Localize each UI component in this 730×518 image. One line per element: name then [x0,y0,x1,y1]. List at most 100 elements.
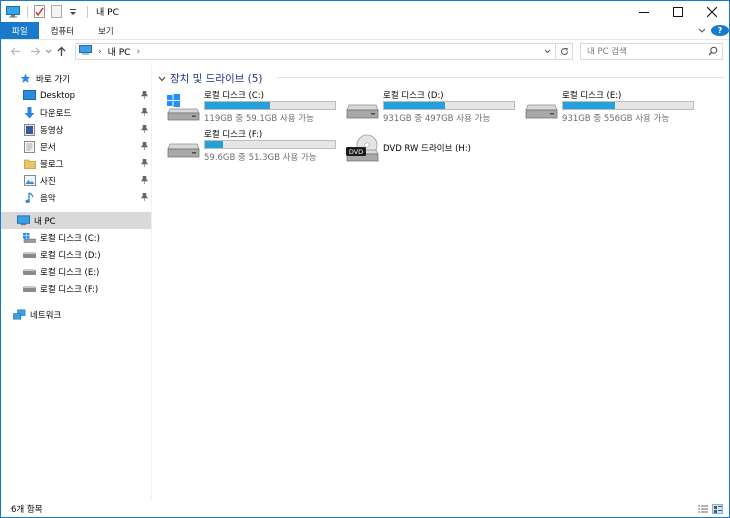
hard-drive-icon [346,93,380,121]
nav-label: 로컬 디스크 (E:) [40,267,100,278]
drive-free-space: 931GB 중 497GB 사용 가능 [383,114,491,124]
pin-icon[interactable] [140,141,149,153]
drive-usage-bar [204,101,336,110]
hard-drive-icon [23,265,36,278]
pin-icon[interactable] [140,158,149,170]
chevron-down-icon [158,76,166,81]
drive-usage-fill [205,141,224,148]
address-dropdown-icon[interactable] [544,47,551,56]
drive-tile-dvd[interactable]: DVD DVD RW 드라이브 (H:) [346,128,516,162]
nav-pinned-videos[interactable]: 동영상 [1,121,151,138]
quick-access-toolbar: 내 PC [1,1,119,22]
group-divider [277,77,724,78]
nav-drive-f[interactable]: 로컬 디스크 (F:) [1,280,151,297]
pin-icon[interactable] [140,107,149,119]
drive-usage-fill [384,102,446,109]
nav-this-pc-label: 내 PC [34,216,56,227]
tiles-view-icon[interactable] [712,504,723,514]
tab-view[interactable]: 보기 [86,22,126,39]
group-header-devices[interactable]: 장치 및 드라이브 (5) [158,71,263,86]
tab-computer[interactable]: 컴퓨터 [39,22,86,39]
search-box[interactable] [580,43,723,60]
help-button[interactable]: ? [711,25,729,36]
nav-label: 사진 [40,176,56,187]
maximize-button[interactable] [661,1,695,22]
nav-label: 동영상 [40,125,64,136]
drive-name: 로컬 디스크 (C:) [204,91,264,101]
nav-pinned-music[interactable]: 음악 [1,189,151,206]
search-input[interactable] [587,46,705,57]
pin-icon[interactable] [140,192,149,204]
forward-button[interactable] [27,44,43,60]
nav-pinned-pictures[interactable]: 사진 [1,172,151,189]
window-title: 내 PC [96,8,119,18]
drive-usage-bar [383,101,515,110]
nav-pinned-documents[interactable]: 문서 [1,138,151,155]
nav-drive-c[interactable]: 로컬 디스크 (C:) [1,229,151,246]
nav-label: 문서 [40,142,56,153]
drive-usage-fill [205,102,270,109]
address-bar[interactable]: › 내 PC › [75,43,556,60]
drive-name: 로컬 디스크 (E:) [562,91,622,101]
nav-pinned-downloads[interactable]: 다운로드 [1,104,151,121]
nav-this-pc[interactable]: 내 PC [1,212,151,229]
drive-free-space: 931GB 중 556GB 사용 가능 [562,114,670,124]
up-button[interactable] [53,44,69,60]
hard-drive-icon [23,248,36,261]
this-pc-icon[interactable] [6,5,20,19]
new-folder-icon[interactable] [49,5,63,19]
drive-tile-f[interactable]: 로컬 디스크 (F:) 59.6GB 중 51.3GB 사용 가능 [167,128,337,163]
breadcrumb-separator: › [98,46,102,57]
nav-label: Desktop [40,90,76,101]
help-icon: ? [711,25,729,36]
nav-network[interactable]: 네트워크 [1,306,151,323]
breadcrumb-this-pc[interactable]: 내 PC [108,45,131,58]
nav-quick-access-label: 바로 가기 [36,74,70,85]
status-bar: 6개 항목 [1,501,729,517]
pin-icon[interactable] [140,90,149,102]
this-pc-small-icon [79,45,92,58]
ribbon-tabs: 파일 컴퓨터 보기 ? [1,22,729,39]
nav-pinned-desktop[interactable]: Desktop [1,87,151,104]
properties-icon[interactable] [32,5,46,19]
drive-name: DVD RW 드라이브 (H:) [383,144,471,154]
refresh-button[interactable] [556,43,573,60]
breadcrumb-separator[interactable]: › [136,47,140,57]
back-button[interactable] [7,44,23,60]
pin-icon[interactable] [140,175,149,187]
recent-locations-button[interactable] [43,44,53,60]
document-icon [23,140,36,153]
music-icon [23,191,36,204]
pin-icon[interactable] [140,124,149,136]
nav-pinned-blog[interactable]: 블로그 [1,155,151,172]
group-title: 장치 및 드라이브 (5) [170,73,263,85]
drive-usage-fill [563,102,615,109]
network-icon [13,308,26,321]
drive-name: 로컬 디스크 (D:) [383,91,444,101]
details-view-icon[interactable] [697,504,708,514]
nav-quick-access[interactable]: 바로 가기 [1,70,151,87]
expand-ribbon-button[interactable] [693,28,711,34]
nav-label: 로컬 디스크 (F:) [40,284,99,295]
hard-drive-icon [23,282,36,295]
drive-usage-bar [562,101,694,110]
nav-network-label: 네트워크 [30,310,62,321]
hard-drive-icon [525,93,559,121]
close-button[interactable] [695,1,729,22]
drive-tile-e[interactable]: 로컬 디스크 (E:) 931GB 중 556GB 사용 가능 [525,89,695,124]
nav-label: 로컬 디스크 (C:) [40,233,100,244]
dvd-badge: DVD [349,148,363,156]
nav-drive-e[interactable]: 로컬 디스크 (E:) [1,263,151,280]
minimize-button[interactable] [627,1,661,22]
tab-file[interactable]: 파일 [1,22,39,39]
nav-label: 로컬 디스크 (D:) [40,250,101,261]
window-controls [627,1,729,22]
search-icon[interactable] [708,46,718,59]
drive-tile-c[interactable]: 로컬 디스크 (C:) 119GB 중 59.1GB 사용 가능 [167,89,337,124]
drive-free-space: 59.6GB 중 51.3GB 사용 가능 [204,153,317,163]
nav-label: 음악 [40,193,56,204]
customize-qat-icon[interactable] [66,5,80,19]
nav-drive-d[interactable]: 로컬 디스크 (D:) [1,246,151,263]
drive-tile-d[interactable]: 로컬 디스크 (D:) 931GB 중 497GB 사용 가능 [346,89,516,124]
download-arrow-icon [23,106,36,119]
